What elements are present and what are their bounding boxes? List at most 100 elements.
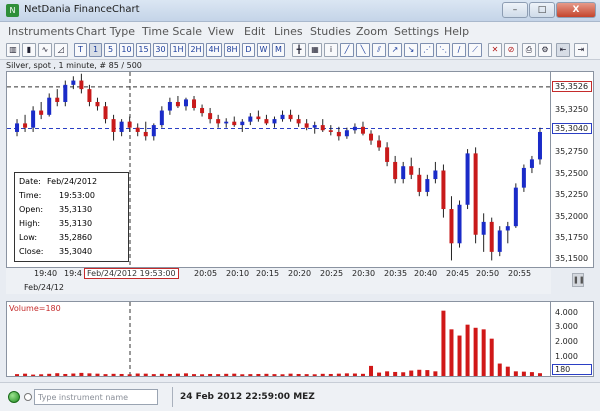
minimize-button[interactable]: –	[502, 2, 528, 18]
candle-body	[127, 121, 132, 128]
volume-bar	[87, 373, 92, 376]
price-tick-label: 35,2750	[555, 147, 589, 157]
speed-line-icon[interactable]: ∕	[452, 43, 466, 57]
bar-chart-icon[interactable]: ▥	[6, 43, 20, 57]
menu-help[interactable]: Help	[444, 25, 469, 38]
volume-bar	[288, 373, 293, 376]
volume-bar	[200, 374, 205, 376]
menu-chart-type[interactable]: Chart Type	[76, 25, 135, 38]
delete-line-icon[interactable]: ✕	[488, 43, 502, 57]
candle-body	[240, 121, 245, 126]
candle-body	[95, 101, 100, 107]
candle-body	[63, 84, 68, 102]
timescale-2h-button[interactable]: 2H	[188, 43, 204, 57]
cursor-time-label: Feb/24/2012 19:53:00	[84, 268, 179, 279]
volume-bar	[272, 374, 277, 376]
line-chart-icon[interactable]: ∿	[38, 43, 52, 57]
info-icon[interactable]: i	[324, 43, 338, 57]
status-bar: 24 Feb 2012 22:59:00 MEZ	[0, 382, 600, 411]
volume-title: Volume=180	[9, 304, 61, 313]
menu-lines[interactable]: Lines	[274, 25, 303, 38]
timescale-day-button[interactable]: D	[242, 43, 255, 57]
volume-bar	[280, 374, 285, 376]
menu-view[interactable]: View	[208, 25, 234, 38]
timescale-month-button[interactable]: M	[272, 43, 285, 57]
toolbar: ▥ ▮ ∿ ◿ T 1 5 10 15 30 1H 2H 4H 8H D W M…	[0, 40, 600, 60]
arrow-up-icon[interactable]: ↗	[388, 43, 402, 57]
trendline-icon[interactable]: ╱	[340, 43, 354, 57]
price-tick-label: 35,1750	[555, 233, 589, 243]
volume-bar	[167, 373, 172, 376]
timescale-week-button[interactable]: W	[257, 43, 270, 57]
info-low-key: Low:	[19, 233, 38, 242]
candle-body	[449, 209, 454, 244]
candle-body	[272, 119, 277, 124]
settings-icon[interactable]: ⚙	[538, 43, 552, 57]
volume-bar	[433, 371, 438, 376]
timescale-1h-button[interactable]: 1H	[170, 43, 186, 57]
time-tick-label: 20:50	[476, 269, 500, 278]
gann-line-icon[interactable]: ⋰	[420, 43, 434, 57]
volume-bar	[23, 373, 28, 376]
maximize-button[interactable]: □	[529, 2, 555, 18]
gann-fan-icon[interactable]: ⋱	[436, 43, 450, 57]
close-button[interactable]: X	[556, 2, 596, 18]
candle-body	[71, 80, 76, 85]
instrument-search-input[interactable]	[34, 389, 158, 405]
candle-body	[417, 174, 422, 192]
zoom-fit-icon[interactable]: ⇤	[556, 43, 570, 57]
candle-body	[513, 187, 518, 227]
timescale-4h-button[interactable]: 4H	[206, 43, 222, 57]
timescale-10min-button[interactable]: 10	[119, 43, 134, 57]
date-label: Feb/24/12	[24, 283, 64, 292]
delete-all-icon[interactable]: ⊘	[504, 43, 518, 57]
candle-chart-icon[interactable]: ▮	[22, 43, 36, 57]
print-icon[interactable]: ⎙	[522, 43, 536, 57]
volume-bar	[143, 373, 148, 376]
menu-settings[interactable]: Settings	[394, 25, 439, 38]
timescale-15min-button[interactable]: 15	[136, 43, 151, 57]
candle-body	[39, 110, 44, 115]
volume-bar	[103, 374, 108, 376]
timescale-30min-button[interactable]: 30	[153, 43, 168, 57]
volume-bar	[344, 373, 349, 376]
arrow-down-icon[interactable]: ↘	[404, 43, 418, 57]
menu-time-scale[interactable]: Time Scale	[142, 25, 202, 38]
pause-icon[interactable]: ❚❚	[572, 273, 585, 287]
info-time-key: Time:	[19, 191, 42, 200]
price-axis: 35,350035,325035,275035,250035,225035,20…	[551, 71, 594, 268]
time-tick-label: 20:40	[414, 269, 438, 278]
menu-studies[interactable]: Studies	[310, 25, 351, 38]
volume-bar	[312, 374, 317, 376]
window-titlebar: N NetDania FinanceChart – □ X	[0, 0, 600, 22]
candle-body	[537, 131, 542, 160]
volume-bar	[135, 373, 140, 376]
volume-bar	[481, 329, 486, 376]
menu-instruments[interactable]: Instruments	[8, 25, 74, 38]
timescale-5min-button[interactable]: 5	[104, 43, 117, 57]
volume-bar	[183, 373, 188, 376]
grid-icon[interactable]: ▦	[308, 43, 322, 57]
candle-body	[497, 230, 502, 252]
menu-zoom[interactable]: Zoom	[356, 25, 388, 38]
volume-bar	[71, 373, 76, 376]
crosshair-icon[interactable]: ╋	[292, 43, 306, 57]
volume-bar	[256, 373, 261, 376]
candle-body	[159, 110, 164, 126]
channel-icon[interactable]: ⫽	[372, 43, 386, 57]
timescale-tick-button[interactable]: T	[74, 43, 87, 57]
volume-bar	[224, 373, 229, 376]
regression-icon[interactable]: ⟋	[468, 43, 482, 57]
secondary-status-icon	[24, 393, 32, 401]
volume-panel[interactable]: Volume=180	[6, 301, 551, 378]
scroll-right-icon[interactable]: ⇥	[574, 43, 588, 57]
volume-bar	[55, 373, 60, 376]
timescale-1min-button[interactable]: 1	[89, 43, 102, 57]
fibonacci-icon[interactable]: ╲	[356, 43, 370, 57]
candle-body	[529, 159, 534, 168]
price-tick-label: 35,1500	[555, 254, 589, 264]
menu-edit[interactable]: Edit	[244, 25, 265, 38]
timescale-8h-button[interactable]: 8H	[224, 43, 240, 57]
area-chart-icon[interactable]: ◿	[54, 43, 68, 57]
price-tick-label: 35,2500	[555, 168, 589, 178]
